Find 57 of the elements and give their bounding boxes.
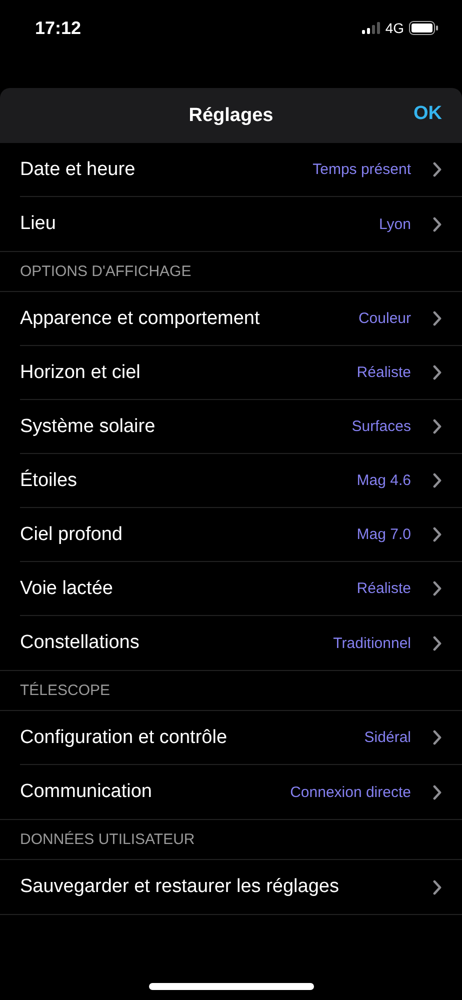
row-label: Étoiles — [20, 470, 78, 492]
row-value: Lyon — [379, 216, 411, 232]
row-value: Couleur — [358, 310, 411, 327]
settings-row[interactable]: Lieu Lyon — [20, 197, 462, 251]
row-value: Surfaces — [352, 418, 411, 435]
row-value: Traditionnel — [333, 634, 411, 652]
row-label: Date et heure — [20, 158, 136, 180]
row-label: Apparence et comportement — [20, 308, 261, 330]
row-value: Réaliste — [356, 364, 411, 381]
row-value: Mag 4.6 — [356, 472, 411, 489]
row-label: Ciel profond — [20, 524, 124, 546]
settings-row[interactable]: Système solaire Surfaces — [20, 400, 462, 454]
settings-row[interactable]: Date et heure Temps présent — [20, 143, 462, 197]
chevron-icon — [433, 581, 442, 596]
row-value: Mag 7.0 — [356, 526, 411, 543]
row-label: Constellations — [20, 632, 140, 654]
section-header: TÉLESCOPE — [20, 682, 110, 699]
row-value: Réaliste — [356, 580, 411, 597]
chevron-icon — [433, 162, 442, 177]
chevron-icon — [433, 730, 442, 745]
row-label: Sauvegarder et restaurer les réglages — [20, 876, 340, 898]
settings-row[interactable]: Sauvegarder et restaurer les réglages — [20, 860, 462, 914]
settings-row[interactable]: Constellations Traditionnel — [20, 616, 462, 670]
ok-button[interactable]: OK — [414, 101, 442, 127]
row-label: Système solaire — [20, 416, 156, 438]
row-label: Voie lactée — [20, 578, 114, 600]
chevron-icon — [433, 784, 442, 800]
section-header: OPTIONS D'AFFICHAGE — [20, 263, 192, 280]
settings-row[interactable]: Apparence et comportement Couleur — [20, 292, 462, 346]
chevron-icon — [433, 880, 442, 894]
settings-row[interactable]: Voie lactée Réaliste — [20, 562, 462, 616]
home-indicator[interactable] — [149, 983, 314, 990]
chevron-icon — [433, 419, 442, 434]
sheet-title: Réglages — [188, 104, 274, 126]
settings-row[interactable]: Étoiles Mag 4.6 — [20, 454, 462, 508]
chevron-icon — [433, 527, 442, 542]
settings-row[interactable]: Horizon et ciel Réaliste — [20, 346, 462, 400]
row-label: Lieu — [20, 213, 57, 235]
row-label: Horizon et ciel — [20, 362, 142, 384]
row-value: Temps présent — [312, 161, 411, 178]
chevron-icon — [433, 365, 442, 380]
settings-row[interactable]: Ciel profond Mag 7.0 — [20, 508, 462, 562]
settings-row[interactable]: Communication Connexion directe — [20, 765, 462, 819]
row-value: Sidéral — [364, 729, 411, 746]
battery-icon — [409, 21, 438, 35]
signal-icon — [362, 22, 380, 34]
chevron-icon — [433, 311, 442, 326]
row-label: Communication — [20, 781, 153, 803]
chevron-icon — [433, 216, 442, 232]
status-time: 17:12 — [35, 18, 82, 38]
row-value: Connexion directe — [290, 784, 411, 800]
section-header: DONNÉES UTILISATEUR — [20, 831, 195, 848]
row-label: Configuration et contrôle — [20, 726, 228, 748]
chevron-icon — [433, 636, 442, 650]
settings-row[interactable]: Configuration et contrôle Sidéral — [20, 711, 462, 765]
network-label: 4G — [385, 20, 404, 36]
chevron-icon — [433, 473, 442, 488]
